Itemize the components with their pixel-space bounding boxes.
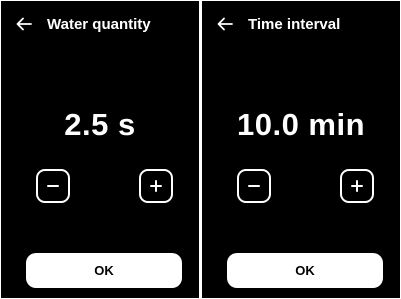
water-quantity-screen: Water quantity 2.5 s OK xyxy=(1,1,199,298)
plus-icon xyxy=(150,180,162,192)
page-title: Water quantity xyxy=(47,15,151,33)
arrow-left-icon xyxy=(16,17,32,31)
plus-icon xyxy=(351,180,363,192)
time-interval-screen: Time interval 10.0 min OK xyxy=(202,1,400,298)
arrow-left-icon xyxy=(217,17,233,31)
value-display: 2.5 s xyxy=(64,107,136,142)
header: Time interval xyxy=(216,13,392,35)
decrease-button[interactable] xyxy=(36,169,70,203)
minus-icon xyxy=(47,185,59,187)
header: Water quantity xyxy=(15,13,191,35)
ok-button[interactable]: OK xyxy=(26,253,182,288)
decrease-button[interactable] xyxy=(237,169,271,203)
ok-button[interactable]: OK xyxy=(227,253,383,288)
value-display: 10.0 min xyxy=(236,107,366,142)
minus-icon xyxy=(248,185,260,187)
increase-button[interactable] xyxy=(340,169,374,203)
back-button[interactable] xyxy=(15,15,33,33)
back-button[interactable] xyxy=(216,15,234,33)
page-title: Time interval xyxy=(248,15,341,33)
increase-button[interactable] xyxy=(139,169,173,203)
